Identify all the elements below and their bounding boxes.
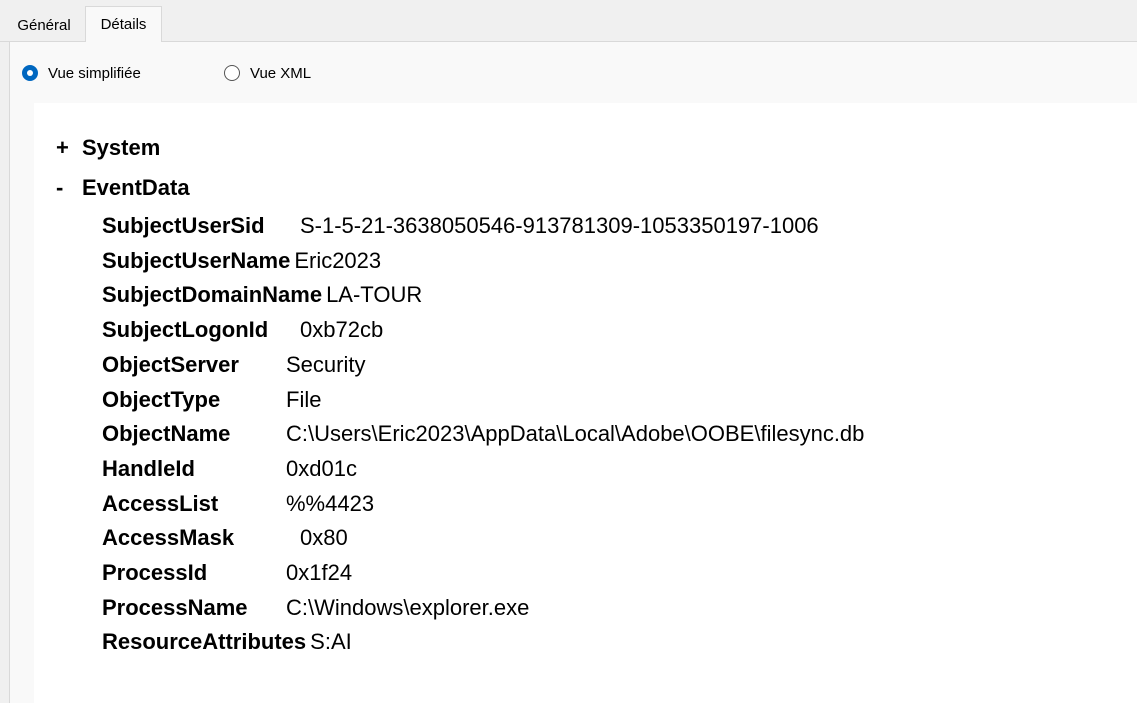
tab-general[interactable]: Général xyxy=(4,10,84,41)
field-value: 0xb72cb xyxy=(300,317,384,343)
field-key: SubjectLogonId xyxy=(102,317,269,343)
tree-node-label: System xyxy=(82,135,161,160)
radio-simple-view-label: Vue simplifiée xyxy=(48,64,141,82)
tree-node-label: EventData xyxy=(82,175,190,200)
eventdata-field-row: SubjectDomainName LA-TOUR xyxy=(102,280,422,310)
field-value: LA-TOUR xyxy=(326,282,423,308)
field-value: 0xd01c xyxy=(286,455,357,481)
eventdata-field-row: HandleId 0xd01c xyxy=(102,454,357,484)
field-key: SubjectDomainName xyxy=(102,282,323,308)
collapse-toggle[interactable]: - xyxy=(56,175,82,201)
field-value: %%4423 xyxy=(286,490,375,516)
field-key: ProcessName xyxy=(102,594,248,620)
field-key: ObjectServer xyxy=(102,351,239,377)
eventdata-field-row: ProcessName C:\Windows\explorer.exe xyxy=(102,593,529,623)
tab-details[interactable]: Détails xyxy=(85,6,162,42)
field-value: Eric2023 xyxy=(294,247,382,273)
eventdata-field-row: ObjectServer Security xyxy=(102,350,365,380)
field-value: S-1-5-21-3638050546-913781309-1053350197… xyxy=(300,213,819,238)
field-value: C:\Windows\explorer.exe xyxy=(286,594,530,620)
radio-checked-icon[interactable] xyxy=(22,65,38,81)
field-key: ObjectType xyxy=(102,386,221,412)
field-key: ResourceAttributes xyxy=(102,629,307,655)
field-value: Security xyxy=(286,351,366,377)
eventdata-field-row: AccessList %%4423 xyxy=(102,489,374,519)
field-key: AccessList xyxy=(102,490,219,516)
field-value: S:AI xyxy=(310,629,352,655)
tab-strip: Général Détails xyxy=(0,0,1137,42)
radio-unchecked-icon[interactable] xyxy=(224,65,240,81)
field-value: 0x1f24 xyxy=(286,560,353,585)
tree-node-system[interactable]: + System xyxy=(56,133,160,163)
eventdata-field-row: ObjectName C:\Users\Eric2023\AppData\Loca… xyxy=(102,419,864,449)
field-value: File xyxy=(286,386,322,412)
field-key: AccessMask xyxy=(102,525,235,551)
field-key: ProcessId xyxy=(102,560,208,585)
eventdata-field-row: SubjectUserName Eric2023 xyxy=(102,246,381,276)
radio-xml-view-label: Vue XML xyxy=(250,64,312,82)
eventdata-field-row: SubjectLogonId 0xb72cb xyxy=(102,315,383,345)
eventdata-field-row: SubjectUserSid S-1-5-21-3638050546-913781… xyxy=(102,211,819,241)
field-key: SubjectUserSid xyxy=(102,213,265,238)
eventdata-field-row: ResourceAttributes S:AI xyxy=(102,627,352,657)
field-value: 0x80 xyxy=(300,525,348,551)
field-key: ObjectName xyxy=(102,421,231,447)
expand-toggle[interactable]: + xyxy=(56,135,82,161)
tree-node-eventdata[interactable]: - EventData xyxy=(56,173,190,203)
eventdata-field-row: ProcessId 0x1f24 xyxy=(102,558,352,588)
eventdata-field-row: AccessMask 0x80 xyxy=(102,523,348,553)
field-key: SubjectUserName xyxy=(102,247,291,273)
eventdata-field-row: ObjectType File xyxy=(102,385,321,415)
field-key: HandleId xyxy=(102,455,195,481)
radio-xml-view[interactable]: Vue XML xyxy=(224,62,311,84)
field-value: C:\Users\Eric2023\AppData\Local\Adobe\OO… xyxy=(286,421,865,447)
radio-simple-view[interactable]: Vue simplifiée xyxy=(22,62,141,84)
